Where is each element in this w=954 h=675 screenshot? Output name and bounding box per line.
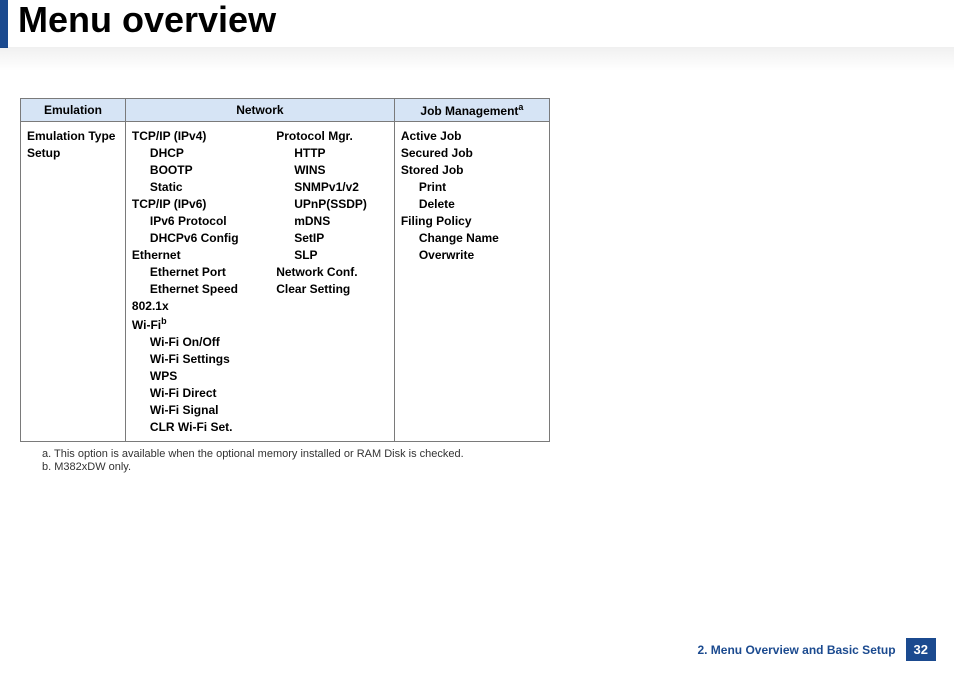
net-ethport: Ethernet Port: [150, 265, 264, 279]
col-emulation-header: Emulation: [21, 99, 126, 122]
net-wins: WINS: [294, 163, 388, 177]
job-print: Print: [419, 180, 543, 194]
job-filing: Filing Policy: [401, 214, 543, 228]
net-upnp: UPnP(SSDP): [294, 197, 388, 211]
net-netconf: Network Conf.: [276, 265, 388, 279]
net-wifisignal: Wi-Fi Signal: [150, 403, 264, 417]
cell-network-2: Protocol Mgr. HTTP WINS SNMPv1/v2 UPnP(S…: [270, 122, 394, 442]
net-bootp: BOOTP: [150, 163, 264, 177]
col-jobmgmt-label: Job Management: [420, 104, 518, 118]
net-tcpip6: TCP/IP (IPv6): [132, 197, 264, 211]
net-tcpip4: TCP/IP (IPv4): [132, 129, 264, 143]
header-accent-bar: [0, 0, 8, 48]
cell-emulation: Emulation Type Setup: [21, 122, 126, 442]
net-clrwifi: CLR Wi-Fi Set.: [150, 420, 264, 434]
emulation-setup: Setup: [27, 146, 119, 160]
col-jobmgmt-sup: a: [518, 102, 523, 112]
net-wifidirect: Wi-Fi Direct: [150, 386, 264, 400]
net-setip: SetIP: [294, 231, 388, 245]
net-static: Static: [150, 180, 264, 194]
net-wifionoff: Wi-Fi On/Off: [150, 335, 264, 349]
job-active: Active Job: [401, 129, 543, 143]
net-protomgr: Protocol Mgr.: [276, 129, 388, 143]
job-overwrite: Overwrite: [419, 248, 543, 262]
net-ethspeed: Ethernet Speed: [150, 282, 264, 296]
net-wifi-label: Wi-Fi: [132, 318, 161, 332]
title-shadow: [0, 47, 954, 77]
emulation-type: Emulation Type: [27, 129, 119, 143]
net-http: HTTP: [294, 146, 388, 160]
job-changename: Change Name: [419, 231, 543, 245]
net-clearsetting: Clear Setting: [276, 282, 388, 296]
job-secured: Secured Job: [401, 146, 543, 160]
net-wifi-sup: b: [161, 316, 167, 326]
col-network-header: Network: [125, 99, 394, 122]
job-delete: Delete: [419, 197, 543, 211]
net-wifisettings: Wi-Fi Settings: [150, 352, 264, 366]
net-dot1x: 802.1x: [132, 299, 264, 313]
net-ipv6proto: IPv6 Protocol: [150, 214, 264, 228]
net-snmp: SNMPv1/v2: [294, 180, 388, 194]
footer: 2. Menu Overview and Basic Setup 32: [697, 638, 936, 661]
footer-chapter: 2. Menu Overview and Basic Setup: [697, 643, 895, 657]
footnote-b: b. M382xDW only.: [42, 461, 934, 473]
footnotes: a. This option is available when the opt…: [42, 448, 934, 473]
header: Menu overview: [0, 0, 954, 48]
net-ethernet: Ethernet: [132, 248, 264, 262]
net-wifi: Wi-Fib: [132, 316, 264, 332]
net-dhcpv6: DHCPv6 Config: [150, 231, 264, 245]
cell-network-1: TCP/IP (IPv4) DHCP BOOTP Static TCP/IP (…: [125, 122, 270, 442]
job-stored: Stored Job: [401, 163, 543, 177]
page-title: Menu overview: [18, 0, 276, 40]
footnote-a: a. This option is available when the opt…: [42, 448, 934, 460]
page-number: 32: [906, 638, 936, 661]
content-area: Emulation Network Job Managementa Emulat…: [20, 98, 934, 473]
net-dhcp: DHCP: [150, 146, 264, 160]
net-mdns: mDNS: [294, 214, 388, 228]
net-wps: WPS: [150, 369, 264, 383]
menu-table: Emulation Network Job Managementa Emulat…: [20, 98, 550, 442]
col-jobmgmt-header: Job Managementa: [394, 99, 549, 122]
cell-jobmgmt: Active Job Secured Job Stored Job Print …: [394, 122, 549, 442]
net-slp: SLP: [294, 248, 388, 262]
